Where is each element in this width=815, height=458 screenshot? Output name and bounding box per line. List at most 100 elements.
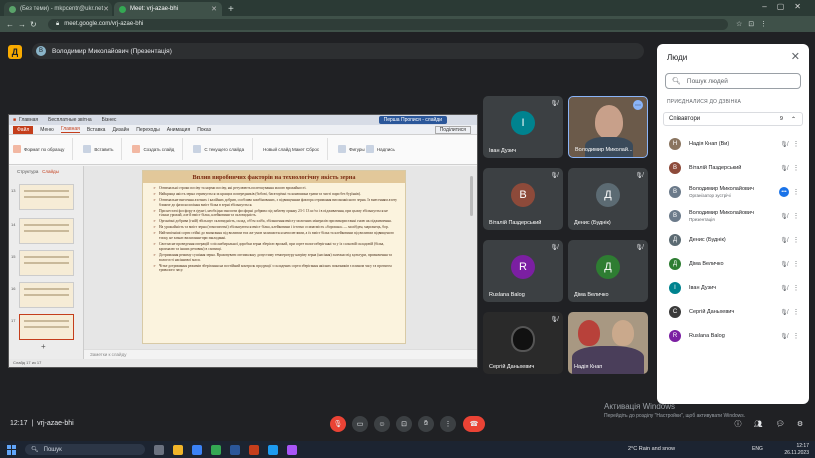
ppt-tab-transitions[interactable]: Переходы (136, 127, 159, 133)
chrome-icon[interactable] (211, 444, 221, 455)
more-vert-icon[interactable]: ⋮ (791, 332, 801, 340)
ppt-tab-design[interactable]: Дизайн (112, 127, 129, 133)
slide-notes[interactable]: Заметки к слайду (84, 349, 477, 359)
ppt-tab-animation[interactable]: Анимация (167, 127, 190, 133)
tab-close-icon[interactable]: ✕ (103, 5, 109, 13)
mic-off-icon[interactable]: 🎙︎̸ (777, 213, 791, 220)
participant-row[interactable]: В Володимир Миколайович Презентація 🎙︎̸ … (663, 205, 803, 227)
mic-off-icon[interactable]: 🎙︎̸ (777, 333, 791, 340)
ribbon-group-newslide[interactable]: Создать слайд (132, 138, 184, 160)
viber-icon[interactable] (287, 444, 297, 455)
ppt-doc-tab[interactable]: Бесплатные звітна (48, 117, 92, 123)
more-vert-icon[interactable]: ⋮ (791, 284, 801, 292)
ribbon-group-clipboard[interactable]: Формат по образцу (13, 138, 74, 160)
mic-off-button[interactable]: 🎙︎ (330, 416, 346, 432)
browser-tab-meet[interactable]: Meet: vrj-azae-bhi ✕ (114, 2, 222, 16)
powerpoint-icon[interactable] (249, 444, 259, 455)
mic-off-icon[interactable]: 🎙︎̸ (777, 285, 791, 292)
mic-off-icon[interactable]: 🎙︎̸ (777, 309, 791, 316)
chat-icon[interactable]: 💬︎ (772, 416, 788, 432)
address-bar[interactable]: 🔒︎ meet.google.com/vrj-azae-bhi (48, 18, 728, 30)
ppt-doc-tab[interactable]: Бізнес (102, 117, 117, 123)
slide-thumbnail[interactable] (19, 250, 74, 276)
back-icon[interactable]: ← (6, 20, 18, 29)
current-slide[interactable]: Вплив виробничих факторів на технологічн… (142, 170, 406, 344)
cohosts-group[interactable]: Співавтори 9 ⌃ (663, 112, 803, 126)
slide-scrollbar[interactable] (470, 176, 473, 216)
presenter-chip[interactable]: В Володимир Миколайович (Презентація) (32, 43, 644, 59)
participant-row[interactable]: R Ruslana Balog 🎙︎̸ ⋮ (663, 325, 803, 347)
people-search-input[interactable]: 🔍︎ Пошук людей (665, 73, 801, 89)
more-vert-icon[interactable]: ⋮ (791, 164, 801, 172)
mic-off-icon[interactable]: 🎙︎̸ (777, 237, 791, 244)
emoji-button[interactable]: ☺ (374, 416, 390, 432)
ribbon-group-shapes[interactable]: Фигуры Надпись (338, 138, 403, 160)
slide-thumbnail[interactable] (19, 218, 74, 244)
ppt-tab-menu[interactable]: Меню (40, 127, 54, 133)
participant-row[interactable]: Д Денис (Буднік) 🎙︎̸ ⋮ (663, 229, 803, 251)
participant-tile[interactable]: 🎙︎̸ І Іван Дузич (483, 96, 563, 158)
weather-widget[interactable]: 2°C Rain and snow (628, 446, 675, 452)
telegram-icon[interactable] (268, 444, 278, 455)
windows-start-icon[interactable] (7, 444, 17, 455)
browser-tab-mail[interactable]: (Без теми) - mkpcentr@ukr.net ✕ (4, 2, 112, 16)
activities-icon[interactable]: ⚙ (792, 416, 808, 432)
participant-tile-speaking[interactable]: ⋯ Володимир Миколай... (568, 96, 648, 158)
participant-tile[interactable]: 🎙︎̸ Сергій Даньхевич (483, 312, 563, 374)
participant-row[interactable]: І Іван Дузич 🎙︎̸ ⋮ (663, 277, 803, 299)
mic-off-icon[interactable]: 🎙︎̸ (777, 141, 791, 148)
mic-off-icon[interactable]: 🎙︎̸ (777, 261, 791, 268)
participant-tile[interactable]: 🎙︎̸ Д Діма Величко (568, 240, 648, 302)
ribbon-group-fromcurrent[interactable]: С текущего слайда (193, 138, 254, 160)
participant-row[interactable]: Н Надія Кнап (Ви) 🎙︎̸ ⋮ (663, 133, 803, 155)
ppt-share-button[interactable]: Поділитися (434, 125, 471, 134)
word-icon[interactable] (230, 444, 240, 455)
file-explorer-icon[interactable] (173, 444, 183, 455)
more-vert-icon[interactable]: ⋮ (791, 140, 801, 148)
slide-thumbnail[interactable] (19, 282, 74, 308)
tab-close-icon[interactable]: ✕ (211, 5, 217, 13)
ppt-file-tab[interactable]: Файл (13, 125, 34, 134)
browser-extension-icons[interactable]: ☆⊡⋮ (736, 20, 773, 28)
participant-row[interactable]: В Володимир Миколайович Організатор зуст… (663, 181, 803, 203)
add-slide-icon[interactable]: + (41, 342, 46, 351)
mic-off-icon[interactable]: 🎙︎̸ (777, 165, 791, 172)
participant-tile[interactable]: Надія Кнап (568, 312, 648, 374)
participant-tile[interactable]: 🎙︎̸ R Ruslana Balog (483, 240, 563, 302)
slide-thumbnail[interactable] (19, 184, 74, 210)
forward-icon[interactable]: → (18, 20, 30, 29)
ppt-tab-insert[interactable]: Вставка (87, 127, 106, 133)
ppt-tab-home[interactable]: Главная (60, 126, 80, 133)
raise-hand-button[interactable]: ✋︎ (418, 416, 434, 432)
reload-icon[interactable]: ↻ (30, 20, 42, 29)
chevron-up-icon[interactable]: ⌃ (791, 116, 796, 123)
participant-tile[interactable]: 🎙︎̸ Д Денис (Буднік) (568, 168, 648, 230)
tab-outline[interactable]: Структура (17, 169, 38, 174)
taskbar-search[interactable]: 🔍︎ Пошук (25, 444, 145, 455)
participant-row[interactable]: В Віталій Паздерський 🎙︎̸ ⋮ (663, 157, 803, 179)
window-controls[interactable]: –▢✕ (762, 2, 811, 11)
more-options-button[interactable]: ⋮ (440, 416, 456, 432)
participant-row[interactable]: Д Діма Величко 🎙︎̸ ⋮ (663, 253, 803, 275)
new-tab-icon[interactable]: + (228, 4, 234, 15)
more-vert-icon[interactable]: ⋮ (791, 260, 801, 268)
language-indicator[interactable]: ENG (752, 446, 763, 452)
ppt-doc-tab[interactable]: Главная (19, 117, 38, 123)
ribbon-group-paste[interactable]: Вставить (83, 138, 123, 160)
task-view-icon[interactable] (154, 444, 164, 455)
slide-thumbnail-selected[interactable] (19, 314, 74, 340)
system-clock[interactable]: 12:17 26.11.2023 (784, 443, 809, 456)
close-icon[interactable]: ✕ (791, 50, 800, 63)
more-vert-icon[interactable]: ⋮ (791, 212, 801, 220)
edge-icon[interactable] (192, 444, 202, 455)
participant-row[interactable]: С Сергій Даньхевич 🎙︎̸ ⋮ (663, 301, 803, 323)
more-options-icon[interactable]: ⋯ (633, 100, 643, 110)
more-vert-icon[interactable]: ⋮ (791, 188, 801, 196)
ribbon-group-layout[interactable]: Новый слайд Макет Сброс (263, 138, 329, 160)
present-button[interactable]: ⊡ (396, 416, 412, 432)
more-vert-icon[interactable]: ⋮ (791, 308, 801, 316)
more-vert-icon[interactable]: ⋮ (791, 236, 801, 244)
people-icon[interactable]: 👥︎ (750, 416, 766, 432)
leave-call-button[interactable]: ☎︎ (463, 416, 485, 432)
tab-slides[interactable]: Слайды (42, 169, 59, 174)
